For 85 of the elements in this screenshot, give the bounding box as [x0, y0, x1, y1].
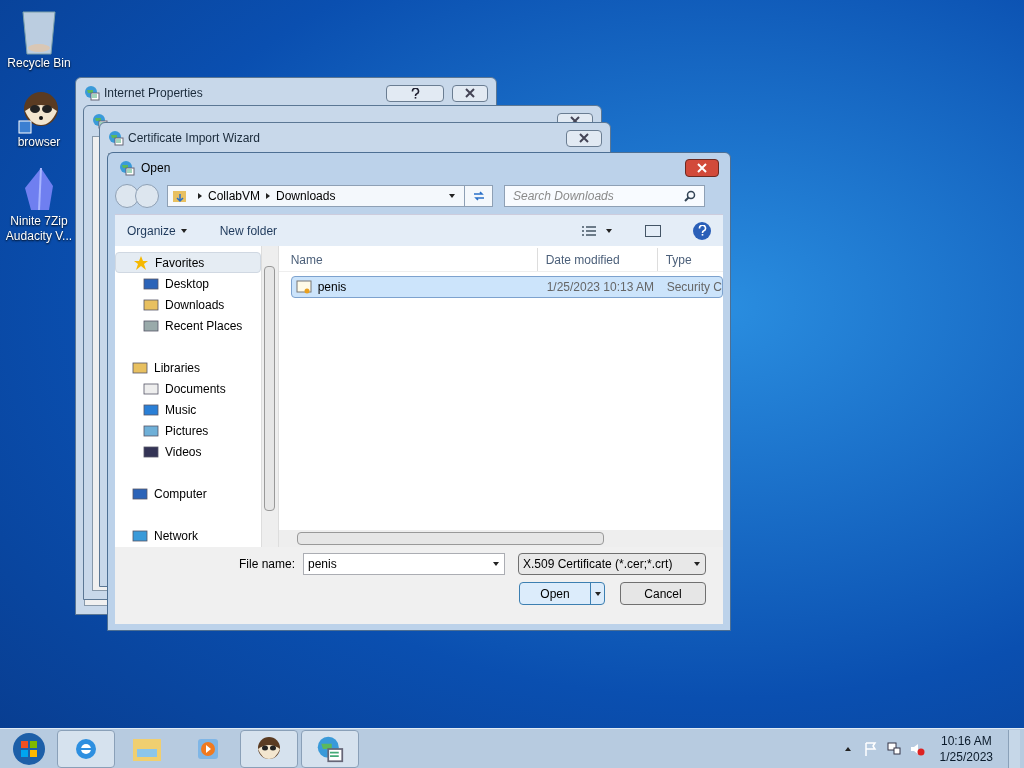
help-button[interactable]	[386, 84, 444, 102]
refresh-icon[interactable]	[472, 190, 485, 202]
preview-pane-icon[interactable]	[645, 224, 661, 237]
horizontal-scrollbar[interactable]	[278, 530, 723, 547]
caret-icon	[605, 226, 613, 235]
navigation-item[interactable]: Computer	[115, 483, 262, 504]
close-button[interactable]	[685, 159, 719, 177]
folder-icon	[172, 188, 188, 204]
navigation-item[interactable]: Videos	[115, 441, 262, 462]
window-title: Open	[141, 160, 171, 177]
breadcrumb-item[interactable]: CollabVM	[208, 187, 261, 205]
file-type: Security C	[665, 279, 722, 296]
search-icon	[684, 190, 696, 202]
close-button[interactable]	[452, 84, 488, 102]
certificate-file-icon	[295, 279, 312, 295]
open-button[interactable]: Open	[519, 582, 605, 605]
cancel-button[interactable]: Cancel	[620, 582, 706, 605]
picture-icon	[143, 422, 159, 439]
close-button[interactable]	[566, 129, 602, 147]
caret-icon	[179, 226, 188, 235]
breadcrumb-arrow-icon	[196, 192, 204, 200]
taskbar-button[interactable]	[240, 729, 298, 768]
navigation-item[interactable]: Desktop	[115, 273, 262, 294]
windows-logo-icon	[11, 730, 47, 767]
view-options-icon[interactable]	[581, 224, 597, 237]
close-icon	[464, 87, 476, 99]
desktop-icon-label[interactable]: browser	[17, 135, 61, 150]
video-icon	[143, 443, 159, 460]
navigation-item[interactable]: Music	[115, 399, 262, 420]
globe-certificate-icon	[316, 734, 344, 763]
file-name-input[interactable]: penis	[308, 555, 492, 573]
globe-certificate-icon	[119, 160, 135, 176]
help-icon[interactable]	[693, 221, 711, 240]
window-title: Certificate Import Wizard	[128, 130, 261, 147]
star-icon	[133, 254, 149, 271]
download-icon	[143, 296, 159, 313]
library-icon	[132, 359, 148, 376]
navigation-item[interactable]: Pictures	[115, 420, 262, 441]
breadcrumb-item[interactable]: Downloads	[276, 187, 336, 205]
forward-button[interactable]	[135, 184, 159, 208]
desktop-icon-label[interactable]: Recycle Bin	[7, 56, 71, 71]
clock[interactable]: 10:16 AM 1/25/2023	[939, 732, 993, 765]
dropdown-arrow-icon	[693, 560, 701, 568]
network-icon	[132, 527, 148, 544]
navigation-item[interactable]: Recent Places	[115, 315, 262, 336]
dropdown-arrow-icon	[492, 560, 500, 568]
search-input[interactable]: Search Downloads	[513, 187, 684, 205]
file-row[interactable]: penis 1/25/2023 10:13 AM Security C	[290, 276, 723, 298]
trash-bin-icon	[19, 8, 59, 56]
network-icon[interactable]	[885, 740, 902, 757]
globe-certificate-icon	[84, 85, 100, 101]
close-icon	[578, 132, 590, 144]
desktop-icon-label[interactable]: Ninite 7Zip Audacity V...	[0, 214, 78, 244]
file-name-field[interactable]: penis	[303, 553, 505, 575]
column-header[interactable]: Date modified	[537, 248, 658, 271]
file-date: 1/25/2023 10:13 AM	[545, 279, 656, 296]
question-mark-icon	[410, 87, 420, 99]
vertical-scrollbar[interactable]	[261, 246, 278, 547]
navigation-item[interactable]: Network	[115, 525, 262, 546]
new-folder-button[interactable]: New folder	[219, 221, 278, 240]
navigation-item[interactable]: Libraries	[115, 357, 262, 378]
file-name: penis	[317, 279, 347, 296]
file-type-dropdown[interactable]: X.509 Certificate (*.cer;*.crt)	[518, 553, 706, 575]
address-bar[interactable]: CollabVM Downloads	[167, 185, 493, 207]
music-icon	[143, 401, 159, 418]
back-button[interactable]	[115, 184, 139, 208]
question-mark-icon	[697, 225, 707, 236]
desktop-icon	[143, 275, 159, 292]
column-header[interactable]: Type	[657, 248, 692, 271]
file-name-label: File name:	[238, 556, 295, 573]
taskbar-button[interactable]	[301, 729, 359, 768]
close-icon	[696, 162, 708, 174]
globe-certificate-icon	[108, 130, 124, 146]
column-header[interactable]: Name	[278, 248, 538, 271]
navigation-item[interactable]: Favorites	[115, 252, 262, 273]
organize-button[interactable]: Organize	[127, 221, 188, 240]
search-field[interactable]: Search Downloads	[504, 185, 705, 207]
doc-icon	[143, 380, 159, 397]
navigation-item[interactable]: Documents	[115, 378, 262, 399]
recent-icon	[143, 317, 159, 334]
split-arrow-icon	[593, 589, 602, 598]
navigation-item[interactable]: Downloads	[115, 294, 262, 315]
computer-icon	[132, 485, 148, 502]
dropdown-arrow-icon	[448, 192, 456, 200]
window-title: Internet Properties	[104, 85, 203, 102]
